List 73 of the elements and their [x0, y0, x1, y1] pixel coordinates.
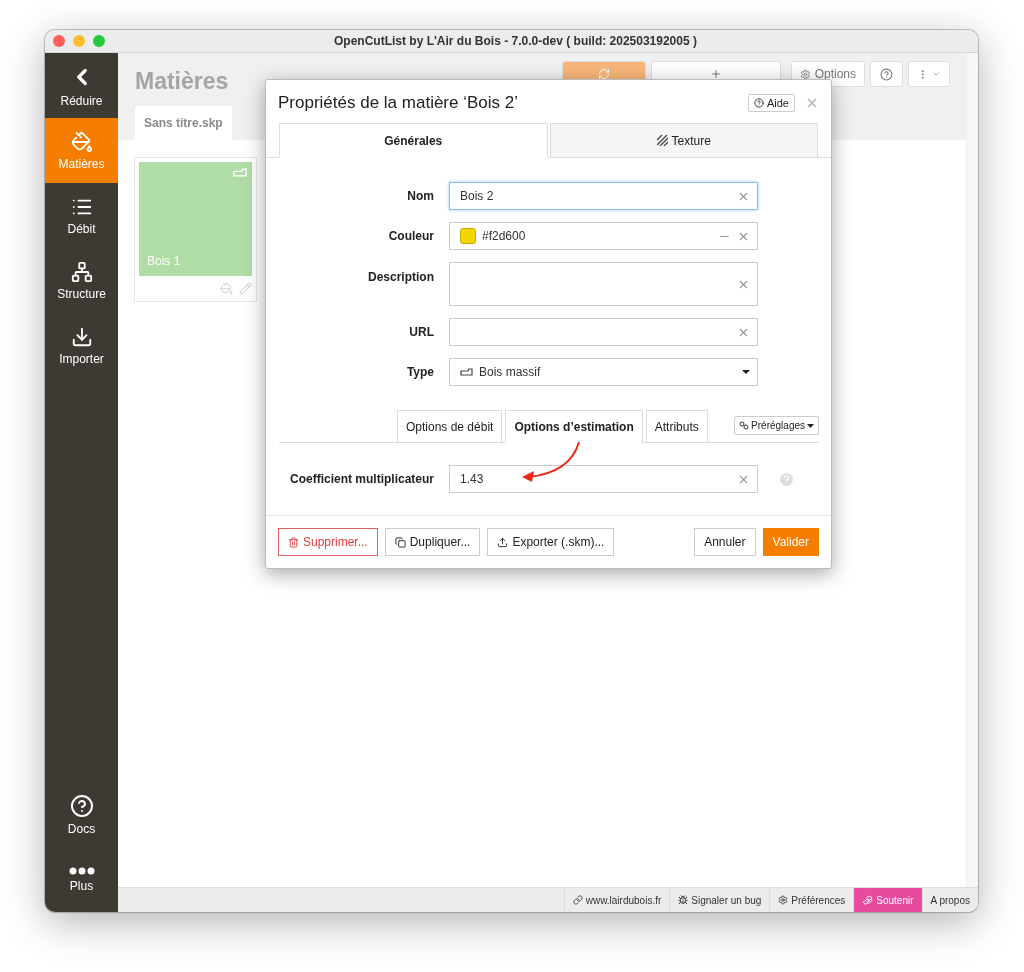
material-name: Bois 1	[147, 254, 181, 268]
caret-icon	[807, 423, 814, 428]
zoom-light[interactable]	[93, 35, 105, 47]
bug-icon	[678, 895, 689, 905]
download-icon	[70, 325, 93, 348]
footer-button[interactable]: Exporter (.skm)...	[487, 528, 615, 556]
copy-icon	[394, 536, 406, 548]
trash-icon	[288, 536, 299, 548]
field-label: Couleur	[387, 229, 435, 243]
presets-button[interactable]: Préréglages	[734, 416, 819, 435]
hand-heart-icon	[862, 894, 874, 906]
text-field[interactable]	[449, 318, 758, 346]
dialog-tab[interactable]: Générales	[279, 123, 548, 158]
sidebar-item[interactable]: Importer	[45, 313, 118, 378]
arrow-annotation	[521, 441, 583, 483]
ellipsis-icon	[68, 866, 95, 875]
help-icon[interactable]	[778, 470, 795, 488]
status-link[interactable]: A propos	[921, 888, 978, 912]
subtab[interactable]: Options de débit	[397, 410, 503, 443]
text-area[interactable]	[449, 262, 758, 306]
help-icon	[753, 98, 764, 108]
type-select[interactable]: Bois massif	[449, 358, 758, 386]
close-light[interactable]	[53, 35, 65, 47]
subtab[interactable]: Options d’estimation	[505, 410, 643, 443]
field-label: Coefficient multiplicateur	[288, 472, 435, 486]
coefficient-field[interactable]: 1.43	[449, 465, 758, 493]
sidebar-item[interactable]: Plus	[45, 847, 118, 912]
paint-bucket-icon[interactable]	[220, 282, 233, 295]
plus-icon	[710, 68, 722, 80]
file-tab[interactable]: Sans titre.skp	[135, 106, 232, 140]
pencil-icon[interactable]	[239, 282, 252, 295]
scrollbar[interactable]	[966, 53, 978, 887]
sidebar-item[interactable]: Structure	[45, 248, 118, 313]
field-label: Type	[405, 365, 435, 379]
help-icon	[880, 67, 893, 81]
tree-icon	[70, 260, 93, 283]
help-button[interactable]: Aide	[747, 94, 795, 112]
sidebar-item[interactable]: Réduire	[45, 53, 118, 118]
text-field[interactable]: Bois 2	[449, 182, 758, 210]
status-link[interactable]: Signaler un bug	[669, 888, 770, 912]
settings-icon	[800, 68, 811, 80]
caret-icon	[932, 69, 941, 79]
footer-button[interactable]: Annuler	[694, 528, 756, 556]
minimize-light[interactable]	[73, 35, 85, 47]
paint-bucket-icon	[70, 130, 93, 153]
dialog-tab[interactable]: Texture	[549, 123, 818, 158]
status-link[interactable]: Soutenir	[853, 888, 922, 912]
close-icon[interactable]	[805, 96, 819, 110]
page-title: Matières	[135, 68, 230, 95]
color-swatch[interactable]	[460, 228, 476, 244]
status-link[interactable]: www.lairdubois.fr	[563, 888, 670, 912]
settings-icon	[778, 895, 789, 905]
menu-button[interactable]	[908, 61, 950, 87]
sidebar-item[interactable]: Docs	[45, 782, 118, 847]
help-button[interactable]	[870, 61, 903, 87]
color-field[interactable]: #f2d600	[449, 222, 758, 250]
wood-icon	[232, 168, 248, 178]
field-label: URL	[408, 325, 435, 339]
caret-icon	[742, 370, 750, 374]
footer-button[interactable]: Dupliquer...	[384, 528, 481, 556]
help-icon	[69, 793, 94, 818]
presets-icon	[739, 421, 750, 430]
dialog-title: Propriétés de la matière ‘Bois 2’	[278, 93, 519, 113]
upload-icon	[497, 536, 509, 548]
field-label: Nom	[406, 189, 435, 203]
wood-icon	[460, 367, 473, 377]
field-label: Description	[367, 270, 435, 284]
hatch-icon	[656, 135, 668, 146]
window-title: OpenCutList by L'Air du Bois - 7.0.0-dev ( build: 202503192005 )	[333, 34, 698, 48]
sidebar-item[interactable]: Débit	[45, 183, 118, 248]
footer-button[interactable]: Supprimer...	[278, 528, 378, 556]
link-icon	[572, 895, 583, 905]
subtab[interactable]: Attributs	[645, 410, 708, 443]
